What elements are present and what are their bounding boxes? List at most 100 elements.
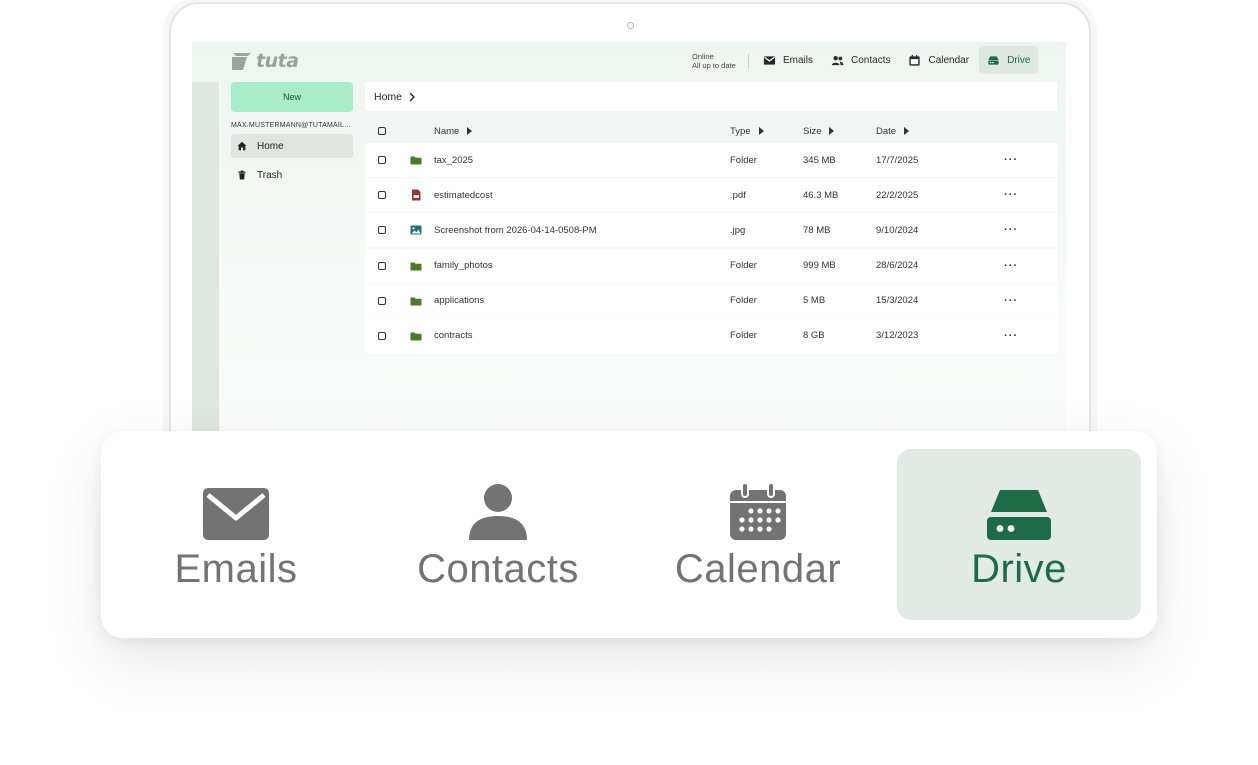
status-online: Online	[692, 52, 714, 61]
file-type: .jpg	[730, 224, 746, 236]
divider	[748, 54, 749, 68]
file-type: Folder	[730, 154, 757, 166]
file-date: 22/2/2025	[876, 189, 919, 201]
drive-icon	[987, 490, 1051, 540]
file-table: Name Type Size Date tax_2025 Folder 345 …	[365, 119, 1057, 354]
row-checkbox[interactable]	[378, 226, 386, 235]
more-actions-button[interactable]: ···	[1004, 260, 1024, 272]
file-size: 5 MB	[803, 295, 826, 307]
table-header: Name Type Size Date	[365, 119, 1057, 143]
bottom-nav-emails[interactable]: Emails	[114, 449, 358, 620]
file-name: Screenshot from 2026-04-14-0508-PM	[434, 224, 597, 236]
header-date: Date	[876, 125, 897, 137]
bottom-nav-calendar-label: Calendar	[674, 547, 842, 591]
topnav-emails-label: Emails	[783, 54, 814, 66]
topnav-drive[interactable]: Drive	[979, 46, 1039, 74]
select-all-checkbox[interactable]	[378, 127, 386, 135]
folder-icon	[410, 156, 421, 165]
file-type: Folder	[730, 295, 757, 307]
file-date: 15/3/2024	[876, 295, 919, 307]
file-type: Folder	[730, 330, 757, 342]
table-row[interactable]: contracts Folder 8 GB 3/12/2023 ···	[365, 318, 1057, 353]
topnav-contacts[interactable]: Contacts	[823, 46, 898, 74]
stage: tuta Online All up to date Emails Contac…	[0, 0, 1258, 765]
sync-status: Online All up to date	[692, 52, 736, 70]
file-date: 28/6/2024	[876, 260, 919, 272]
sort-arrow-icon	[904, 127, 910, 135]
table-row[interactable]: applications Folder 5 MB 15/3/2024 ···	[365, 283, 1057, 318]
more-actions-button[interactable]: ···	[1004, 224, 1024, 236]
mail-icon	[763, 55, 776, 65]
breadcrumb-home[interactable]: Home	[374, 91, 402, 103]
more-actions-button[interactable]: ···	[1004, 295, 1024, 307]
logo-mark-icon	[232, 53, 251, 70]
table-row[interactable]: Screenshot from 2026-04-14-0508-PM .jpg …	[365, 213, 1057, 248]
file-date: 17/7/2025	[876, 154, 919, 166]
table-row[interactable]: estimatedcost .pdf 46.3 MB 22/2/2025 ···	[365, 178, 1057, 213]
header-size: Size	[803, 125, 822, 137]
row-checkbox[interactable]	[378, 296, 386, 305]
header-type: Type	[730, 125, 751, 137]
sort-date[interactable]: Date	[876, 126, 1004, 137]
bottom-nav-emails-label: Emails	[174, 547, 298, 591]
folder-icon	[410, 332, 421, 341]
bottom-nav-drive[interactable]: Drive	[897, 449, 1141, 620]
sort-arrow-icon	[467, 127, 473, 135]
topnav-drive-label: Drive	[1007, 54, 1031, 66]
top-nav: Emails Contacts Calendar Drive	[755, 46, 1039, 74]
bottom-nav-card: Emails Contacts Calendar Drive	[101, 431, 1157, 638]
file-name: contracts	[434, 330, 473, 342]
table-row[interactable]: family_photos Folder 999 MB 28/6/2024 ··…	[365, 248, 1057, 283]
breadcrumb: Home	[365, 82, 1057, 111]
file-name: family_photos	[434, 260, 493, 272]
logo-wordmark: tuta	[256, 50, 299, 72]
image-icon	[410, 225, 421, 235]
file-type: Folder	[730, 260, 757, 272]
mail-icon	[203, 488, 269, 540]
trash-icon	[238, 170, 246, 180]
file-date: 3/12/2023	[876, 330, 919, 342]
file-size: 345 MB	[803, 154, 836, 166]
row-checkbox[interactable]	[378, 191, 386, 200]
topnav-calendar[interactable]: Calendar	[900, 46, 977, 74]
more-actions-button[interactable]: ···	[1004, 189, 1024, 201]
sort-arrow-icon	[758, 127, 764, 135]
row-checkbox[interactable]	[378, 261, 386, 270]
sidebar-item-home-label: Home	[257, 140, 284, 152]
home-icon	[237, 141, 247, 151]
table-row[interactable]: tax_2025 Folder 345 MB 17/7/2025 ···	[365, 143, 1057, 177]
tuta-logo: tuta	[230, 50, 299, 72]
file-size: 78 MB	[803, 224, 831, 236]
sidebar-item-home[interactable]: Home	[231, 134, 353, 158]
calendar-icon	[730, 483, 786, 540]
topnav-contacts-label: Contacts	[851, 54, 891, 66]
pdf-icon	[411, 189, 420, 201]
sort-arrow-icon	[829, 127, 835, 135]
row-checkbox[interactable]	[378, 331, 386, 340]
folder-icon	[410, 297, 421, 306]
file-name: tax_2025	[434, 154, 474, 166]
row-checkbox[interactable]	[378, 156, 386, 164]
more-actions-button[interactable]: ···	[1004, 330, 1024, 342]
file-size: 999 MB	[803, 260, 836, 272]
sort-size[interactable]: Size	[803, 126, 876, 137]
left-strip	[192, 82, 219, 462]
topnav-emails[interactable]: Emails	[755, 46, 821, 74]
sidebar-item-trash-label: Trash	[257, 169, 283, 181]
app-screen: tuta Online All up to date Emails Contac…	[192, 42, 1066, 462]
bottom-nav-contacts-label: Contacts	[417, 547, 579, 591]
sort-type[interactable]: Type	[730, 126, 803, 137]
folder-icon	[410, 262, 421, 271]
file-size: 46.3 MB	[803, 189, 839, 201]
sidebar-item-trash[interactable]: Trash	[231, 163, 353, 187]
status-uptodate: All up to date	[692, 61, 736, 70]
file-date: 9/10/2024	[876, 224, 919, 236]
bottom-nav-contacts[interactable]: Contacts	[376, 449, 620, 620]
new-button[interactable]: New	[231, 82, 353, 112]
contacts-icon	[831, 55, 844, 65]
bottom-nav-calendar[interactable]: Calendar	[636, 449, 880, 620]
file-name: applications	[434, 295, 485, 307]
file-size: 8 GB	[803, 330, 825, 342]
sort-name[interactable]: Name	[433, 126, 730, 137]
more-actions-button[interactable]: ···	[1004, 154, 1024, 166]
